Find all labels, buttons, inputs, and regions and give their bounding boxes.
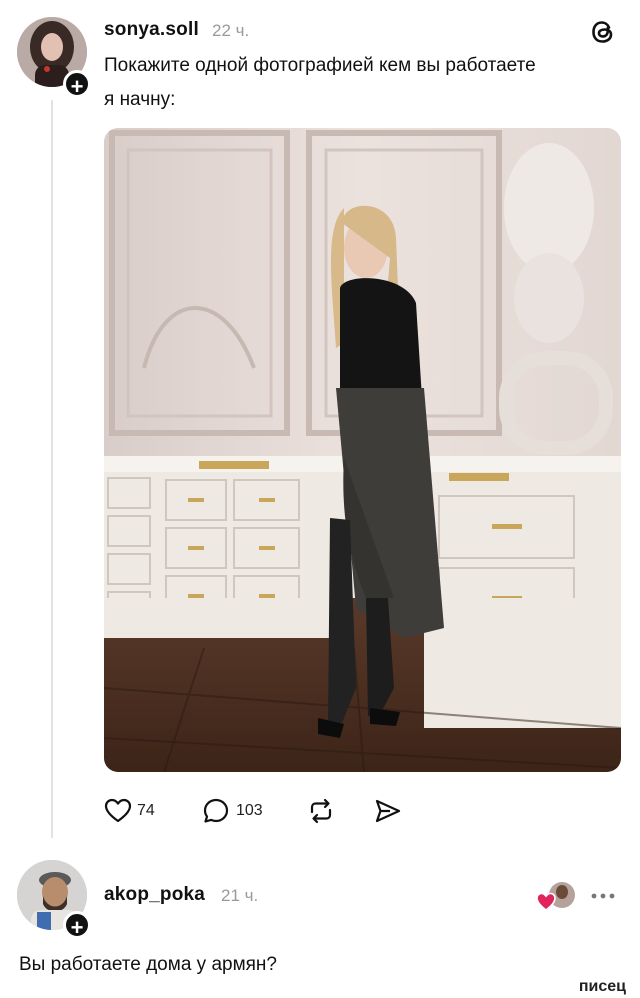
heart-icon: [104, 798, 132, 823]
plus-icon: +: [70, 74, 84, 99]
like-button[interactable]: 74: [104, 797, 164, 825]
post-username[interactable]: sonya.soll: [104, 19, 199, 41]
repost-button[interactable]: [307, 797, 335, 825]
share-button[interactable]: [374, 797, 402, 825]
send-icon: [375, 799, 401, 823]
post-text-line-1: Покажите одной фотографией кем вы работа…: [104, 55, 536, 76]
threads-logo-icon[interactable]: [588, 17, 618, 47]
like-count: 74: [137, 802, 155, 819]
post-time: 22 ч.: [212, 21, 250, 40]
repost-icon: [310, 798, 332, 824]
comment-bubble-icon: [203, 798, 229, 823]
post-text-line-2: я начну:: [104, 89, 176, 110]
follow-button[interactable]: +: [63, 70, 91, 99]
watermark: писец: [578, 978, 626, 995]
more-dots-icon: [591, 893, 615, 899]
reply-time: 21 ч.: [221, 886, 259, 905]
reply-username[interactable]: akop_poka: [104, 884, 205, 906]
plus-icon: +: [70, 915, 84, 940]
liked-heart-avatar-icon: [536, 880, 576, 914]
reply-text: Вы работаете дома у армян?: [19, 954, 277, 975]
post-photo[interactable]: [104, 128, 621, 772]
comment-count: 103: [236, 802, 263, 819]
thread-line: [51, 100, 53, 838]
more-options-button[interactable]: [589, 886, 617, 906]
post-photo-image: [104, 128, 621, 772]
reply-follow-button[interactable]: +: [63, 911, 91, 940]
comment-button[interactable]: 103: [202, 797, 272, 825]
